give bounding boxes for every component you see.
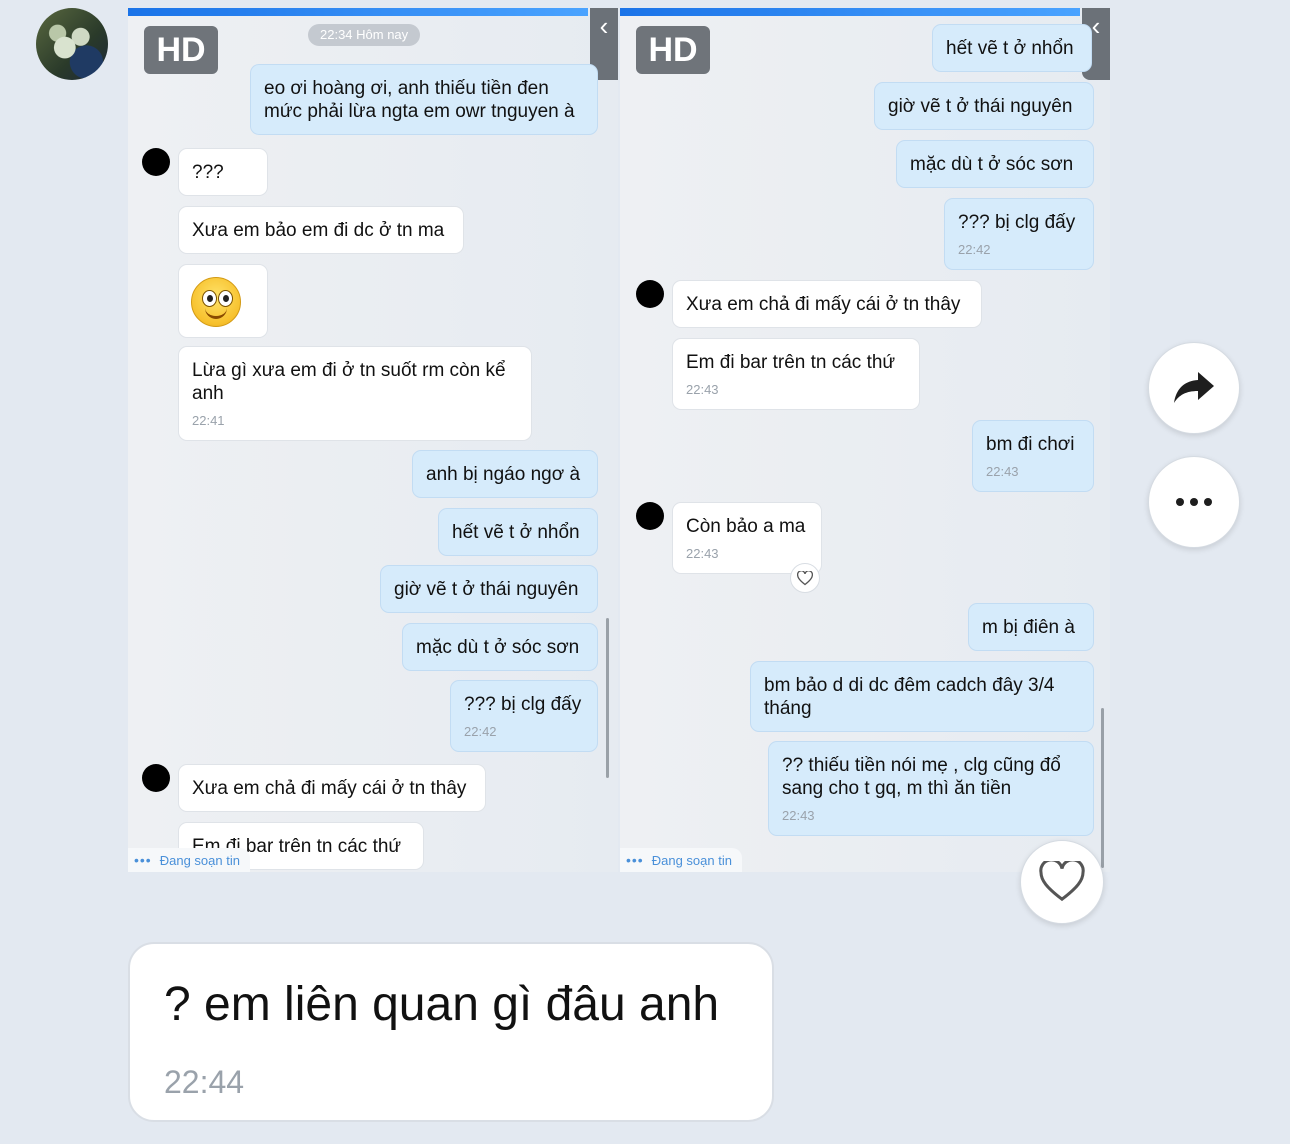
sender-avatar[interactable] [36,8,108,80]
progress-bar [128,8,588,16]
heart-icon [1039,861,1085,902]
message-text: Em đi bar trên tn các thứ [686,352,896,373]
message-bubble[interactable]: giờ vẽ t ở thái nguyên [380,565,598,613]
message-text: Xưa em chả đi mấy cái ở tn thây [192,778,467,799]
message-text: hết vẽ t ở nhổn [452,522,580,543]
share-arrow-icon [1174,372,1214,403]
contact-avatar[interactable] [142,764,170,792]
message-text: Xưa em bảo em đi dc ở tn ma [192,220,445,241]
message-text: giờ vẽ t ở thái nguyên [888,96,1073,117]
message-bubble[interactable]: Xưa em chả đi mấy cái ở tn thây [178,764,486,812]
message-bubble[interactable]: m bị điên à [968,603,1094,651]
message-bubble[interactable]: hết vẽ t ở nhổn [438,508,598,556]
message-text: ??? bị clg đấy [464,694,582,715]
message-text: eo ơi hoàng ơi, anh thiếu tiền đen mức p… [264,78,575,122]
heart-icon[interactable] [790,563,820,593]
message-bubble[interactable]: eo ơi hoàng ơi, anh thiếu tiền đen mức p… [250,64,598,135]
message-time: 22:44 [164,1064,245,1100]
scrollbar[interactable] [606,618,609,778]
message-text: mặc dù t ở sóc sơn [416,637,580,658]
progress-bar [620,8,1080,16]
message-text: anh bị ngáo ngơ à [426,464,581,485]
focused-message-bubble[interactable]: ? em liên quan gì đâu anh 22:44 [128,942,774,1122]
typing-indicator: ••• Đang soạn tin [128,848,250,872]
scrollbar[interactable] [1101,708,1104,868]
message-bubble[interactable]: Xưa em chả đi mấy cái ở tn thây [672,280,982,328]
smiley-emoji-icon [191,277,241,327]
typing-label: Đang soạn tin [651,853,732,868]
message-text: ??? bị clg đấy [958,212,1076,233]
message-bubble[interactable]: ??? [178,148,268,196]
time-chip: 22:34 Hôm nay [308,24,421,46]
typing-indicator: ••• Đang soạn tin [620,848,742,872]
react-heart-button[interactable] [1020,840,1104,924]
message-text: m bị điên à [982,617,1075,638]
message-bubble[interactable]: hết vẽ t ở nhổn [932,24,1092,72]
message-time: 22:43 [782,808,815,823]
message-bubble[interactable]: giờ vẽ t ở thái nguyên [874,82,1094,130]
message-text: bm bảo d di dc đêm cadch đây 3/4 tháng [764,675,1055,719]
message-time: 22:43 [686,546,719,561]
message-text: ?? thiếu tiền nói mẹ , clg cũng đổ sang … [782,755,1061,799]
contact-avatar[interactable] [636,280,664,308]
message-text: hết vẽ t ở nhổn [946,38,1074,59]
message-time: 22:41 [192,413,225,428]
typing-dots-icon: ••• [134,852,152,868]
contact-avatar[interactable] [142,148,170,176]
more-button[interactable] [1148,456,1240,548]
message-time: 22:42 [958,242,991,257]
message-text: ? em liên quan gì đâu anh [164,978,720,1031]
hd-badge: HD [636,26,710,74]
sticker-bubble[interactable] [178,264,268,338]
message-bubble[interactable]: bm đi chơi 22:43 [972,420,1094,492]
message-text: ??? [192,162,224,183]
contact-avatar[interactable] [636,502,664,530]
message-bubble[interactable]: Em đi bar trên tn các thứ 22:43 [672,338,920,410]
share-button[interactable] [1148,342,1240,434]
message-bubble[interactable]: Xưa em bảo em đi dc ở tn ma [178,206,464,254]
message-time: 22:43 [986,464,1019,479]
message-bubble[interactable]: mặc dù t ở sóc sơn [896,140,1094,188]
screenshot-left: ‹ HD 22:34 Hôm nay eo ơi hoàng ơi, anh t… [128,8,618,872]
message-bubble[interactable]: Lừa gì xưa em đi ở tn suốt rm còn kể anh… [178,346,532,441]
message-bubble[interactable]: ??? bị clg đấy 22:42 [450,680,598,752]
message-bubble[interactable]: mặc dù t ở sóc sơn [402,623,598,671]
message-text: mặc dù t ở sóc sơn [910,154,1074,175]
message-text: Còn bảo a ma [686,516,806,537]
hd-badge: HD [144,26,218,74]
message-bubble[interactable]: ?? thiếu tiền nói mẹ , clg cũng đổ sang … [768,741,1094,836]
typing-dots-icon: ••• [626,852,644,868]
message-text: Xưa em chả đi mấy cái ở tn thây [686,294,961,315]
message-bubble[interactable]: ??? bị clg đấy 22:42 [944,198,1094,270]
message-time: 22:42 [464,724,497,739]
message-bubble[interactable]: bm bảo d di dc đêm cadch đây 3/4 tháng [750,661,1094,732]
screenshot-right: ‹ HD hết vẽ t ở nhổn giờ vẽ t ở thái ngu… [620,8,1110,872]
message-time: 22:43 [686,382,719,397]
more-dots-icon [1176,498,1212,506]
message-text: bm đi chơi [986,434,1075,455]
typing-label: Đang soạn tin [159,853,240,868]
message-text: Lừa gì xưa em đi ở tn suốt rm còn kể anh [192,360,506,404]
message-bubble[interactable]: anh bị ngáo ngơ à [412,450,598,498]
message-text: giờ vẽ t ở thái nguyên [394,579,579,600]
